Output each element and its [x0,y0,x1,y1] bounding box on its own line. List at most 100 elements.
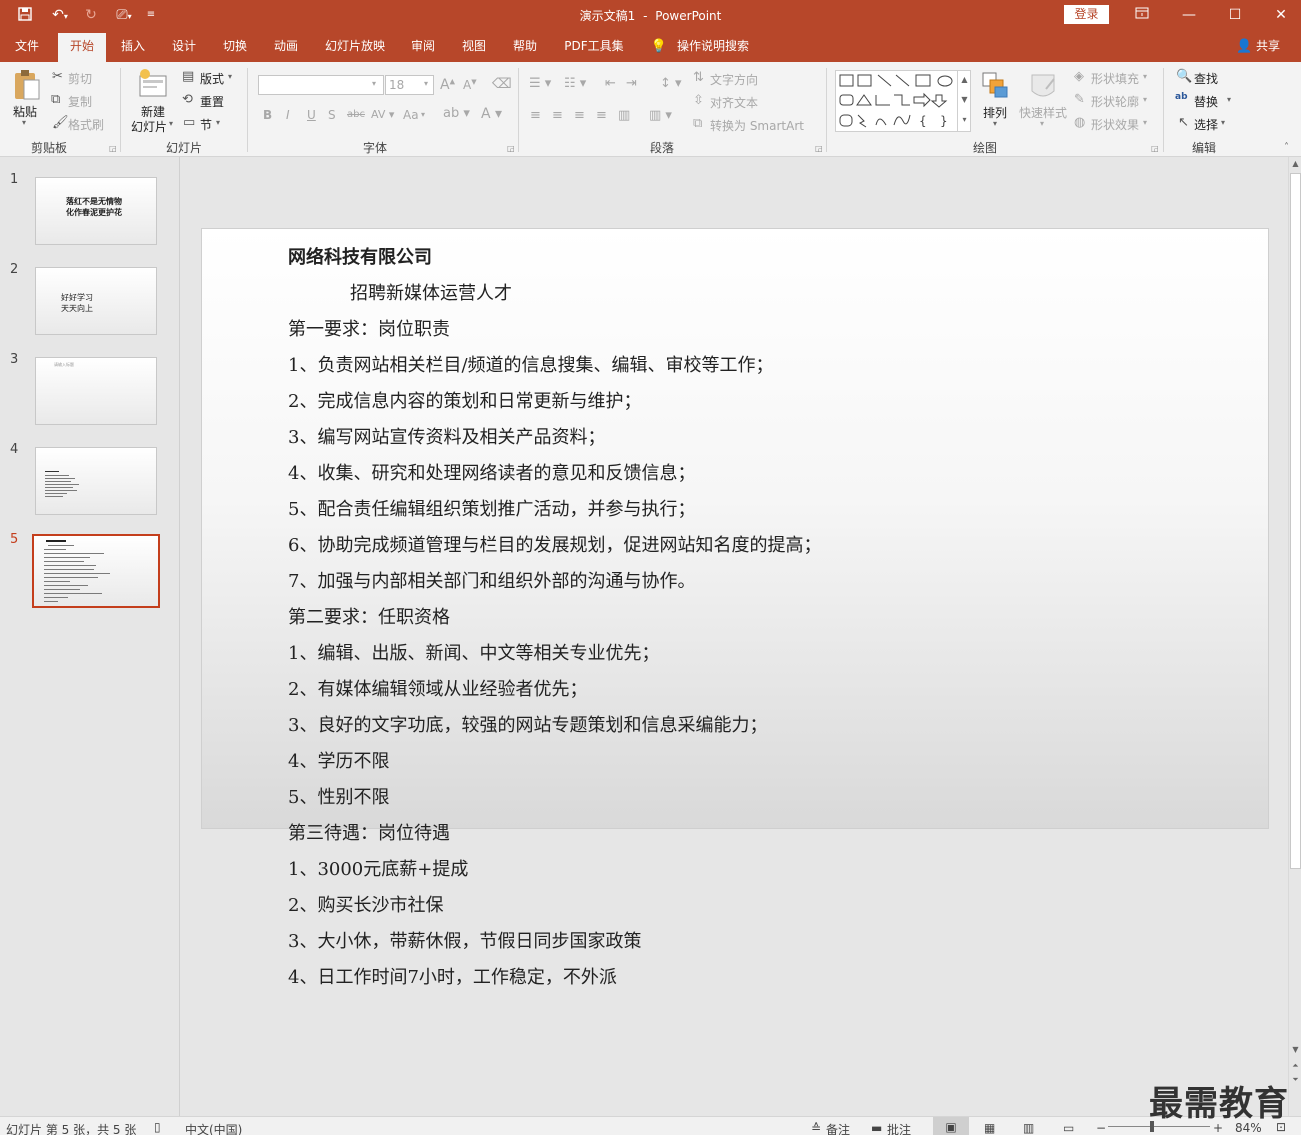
quick-styles-dropdown-icon[interactable]: ▾ [1040,119,1044,128]
section-dropdown-icon[interactable]: ▾ [216,118,220,127]
login-button[interactable]: 登录 [1064,5,1109,24]
tell-me-search[interactable]: 操作说明搜索 [673,31,753,62]
decrease-font-icon[interactable]: A▼ [463,78,477,92]
change-case-dropdown-icon[interactable]: ▾ [421,110,425,119]
arrange-icon[interactable] [981,71,1009,99]
language-indicator[interactable]: 中文(中国) [185,1121,242,1135]
replace-button[interactable]: 替换 [1194,93,1218,110]
layout-icon[interactable]: ▤ [182,69,194,84]
copy-button[interactable]: 复制 [68,93,92,110]
redo-icon[interactable]: ↻ [80,6,102,24]
reading-view-icon[interactable]: ▥ [1023,1121,1034,1135]
line-spacing-icon[interactable]: ↕ ▾ [660,76,682,91]
strikethrough-button[interactable]: abc [347,109,365,120]
align-text-button[interactable]: 对齐文本 [710,94,758,111]
notes-button[interactable]: 备注 [826,1121,850,1135]
new-slide-label-2[interactable]: 幻灯片 [131,118,167,135]
comments-button[interactable]: 批注 [887,1121,911,1135]
scroll-up-icon[interactable]: ▲ [1290,159,1301,168]
numbering-icon[interactable]: ☷ ▾ [564,76,586,91]
undo-icon[interactable]: ↶▾ [45,6,75,24]
close-icon[interactable]: ✕ [1258,0,1301,31]
paste-dropdown-icon[interactable]: ▾ [22,118,26,127]
tab-help[interactable]: 帮助 [510,31,540,62]
font-launcher-icon[interactable]: ◲ [507,144,515,153]
smartart-icon[interactable]: ⧉ [693,116,702,131]
tab-review[interactable]: 审阅 [408,31,438,62]
save-icon[interactable] [14,6,36,24]
zoom-slider-track[interactable] [1108,1126,1210,1127]
increase-font-icon[interactable]: A▲ [440,77,455,93]
slide-thumbnail-5[interactable] [32,534,160,608]
slide-text-box[interactable]: 网络科技有限公司 招聘新媒体运营人才 第一要求：岗位职责 1、负责网站相关栏目/… [288,240,1048,996]
shape-effects-icon[interactable]: ◍ [1074,115,1085,130]
maximize-icon[interactable]: ☐ [1212,0,1258,31]
start-from-beginning-icon[interactable]: ⎚▾ [110,6,138,24]
text-direction-icon[interactable]: ⇅ [693,70,704,85]
align-left-icon[interactable]: ≡ [530,108,541,123]
collapse-ribbon-icon[interactable]: ˄ [1284,142,1289,153]
italic-button[interactable]: I [286,108,290,122]
section-icon[interactable]: ▭ [183,115,195,130]
tab-insert[interactable]: 插入 [118,31,148,62]
font-color-icon[interactable]: A ▾ [481,106,502,122]
cut-icon[interactable]: ✂ [52,69,63,84]
tab-home[interactable]: 开始 [58,33,106,62]
shape-outline-button[interactable]: 形状轮廓 [1091,93,1139,110]
notes-icon[interactable]: ≙ [811,1121,821,1135]
paragraph-launcher-icon[interactable]: ◲ [815,144,823,153]
columns-icon[interactable]: ▥ ▾ [649,108,672,123]
scroll-down-icon[interactable]: ▼ [1290,1045,1301,1054]
zoom-out-icon[interactable]: − [1096,1121,1106,1135]
justify-icon[interactable]: ≡ [596,108,607,123]
new-slide-dropdown-icon[interactable]: ▾ [169,119,173,128]
clipboard-launcher-icon[interactable]: ◲ [109,144,117,153]
shape-fill-icon[interactable]: ◈ [1074,69,1084,84]
tab-transitions[interactable]: 切换 [220,31,250,62]
share-button[interactable]: 共享 [1254,31,1282,62]
change-case-button[interactable]: Aa [403,108,419,122]
decrease-indent-icon[interactable]: ⇤ [605,76,616,91]
slide-thumbnail-2[interactable]: 好好学习 天天向上 [35,267,157,335]
next-slide-icon[interactable]: ⏷ [1290,1075,1301,1085]
section-button[interactable]: 节 [200,116,212,133]
tab-pdf-tools[interactable]: PDF工具集 [561,31,627,62]
font-name-dropdown-icon[interactable]: ▾ [372,79,376,88]
scrollbar-thumb[interactable] [1290,173,1301,869]
slideshow-view-icon[interactable]: ▭ [1063,1121,1074,1135]
replace-icon[interactable]: ab [1175,92,1188,102]
align-center-icon[interactable]: ≡ [552,108,563,123]
shape-outline-icon[interactable]: ✎ [1074,92,1085,107]
underline-button[interactable]: U [307,108,316,122]
shape-effects-dropdown-icon[interactable]: ▾ [1143,118,1147,127]
select-dropdown-icon[interactable]: ▾ [1221,118,1225,127]
tab-file[interactable]: 文件 [12,31,42,62]
font-name-combo[interactable] [258,75,384,95]
slide-thumbnail-1[interactable]: 落红不是无情物 化作春泥更护花 [35,177,157,245]
shadow-button[interactable]: S [328,108,336,122]
highlight-icon[interactable]: ab ▾ [443,106,470,121]
increase-indent-icon[interactable]: ⇥ [626,76,637,91]
tab-design[interactable]: 设计 [169,31,199,62]
font-size-dropdown-icon[interactable]: ▾ [424,79,428,88]
new-slide-icon[interactable] [138,68,168,102]
find-icon[interactable]: 🔍 [1176,69,1192,84]
reset-button[interactable]: 重置 [200,93,224,110]
drawing-launcher-icon[interactable]: ◲ [1151,144,1159,153]
slide-thumbnail-4[interactable] [35,447,157,515]
spelling-icon[interactable]: ▯ [154,1120,161,1134]
minimize-icon[interactable]: — [1166,0,1212,31]
reset-icon[interactable]: ⟲ [182,92,193,107]
ribbon-display-options-icon[interactable] [1119,0,1165,31]
slide-thumbnail-3[interactable]: 请输入标题 [35,357,157,425]
text-direction-button[interactable]: 文字方向 [710,71,758,88]
shapes-gallery[interactable]: { } [835,70,971,132]
clear-formatting-icon[interactable]: ⌫ [492,76,512,92]
layout-button[interactable]: 版式 [200,70,224,87]
align-text-icon[interactable]: ⇳ [693,93,704,108]
align-right-icon[interactable]: ≡ [574,108,585,123]
format-painter-icon[interactable]: 🖌 [52,115,69,130]
quick-styles-icon[interactable] [1028,71,1058,101]
shape-outline-dropdown-icon[interactable]: ▾ [1143,95,1147,104]
shape-effects-button[interactable]: 形状效果 [1091,116,1139,133]
